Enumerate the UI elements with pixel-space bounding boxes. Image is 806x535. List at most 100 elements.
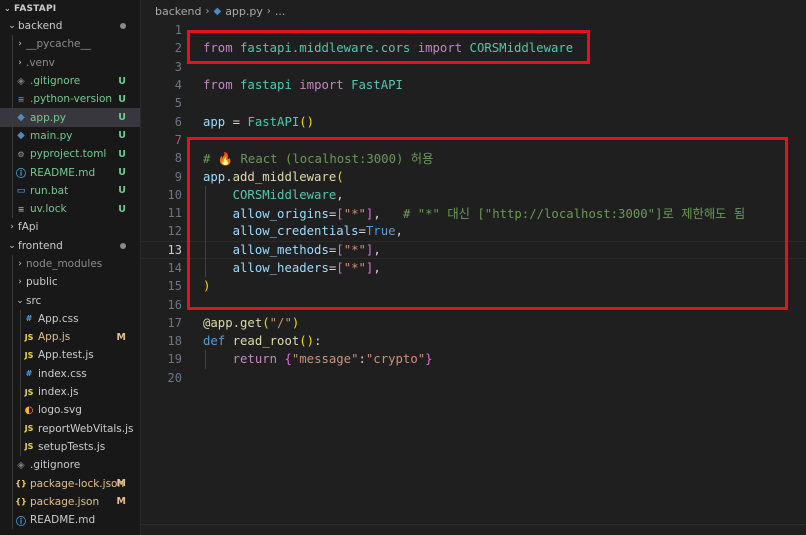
git-icon: ◈: [17, 75, 25, 87]
indent-guide: [12, 419, 13, 438]
python-icon: ◆: [17, 112, 25, 124]
indent-guide: [12, 291, 13, 310]
code-token: (): [299, 334, 315, 349]
code-token: (: [262, 315, 270, 330]
code-line[interactable]: 4 from fastapi import FastAPI: [141, 76, 806, 94]
chevron-down-icon: ⌄: [8, 240, 16, 251]
line-number: 17: [167, 315, 182, 330]
indent-guide: [20, 437, 21, 457]
tree-file[interactable]: # index.css: [0, 364, 140, 383]
code-line[interactable]: 9 app.add_middleware(: [141, 167, 806, 185]
code-token: ): [203, 279, 211, 294]
code-line[interactable]: 7: [141, 131, 806, 149]
code-line[interactable]: 1: [141, 21, 806, 39]
tree-item-label: index.css: [38, 367, 87, 380]
code-token: }: [425, 352, 433, 367]
code-text: CORSMiddleware,: [203, 188, 344, 202]
code-line[interactable]: 10 CORSMiddleware,: [141, 186, 806, 204]
code-token: True: [365, 224, 396, 239]
code-text: allow_headers=["*"],: [203, 261, 381, 275]
code-token: FastAPI: [247, 114, 300, 129]
code-line[interactable]: 3: [141, 58, 806, 76]
line-number: 14: [167, 261, 182, 275]
explorer-root-header[interactable]: ⌄ FASTAPI: [0, 0, 140, 17]
tree-file[interactable]: {} package-lock.json M: [0, 474, 140, 493]
code-line[interactable]: 2 from fastapi.middleware.cors import COR…: [141, 39, 806, 57]
code-token: fastapi.middleware.cors: [240, 41, 411, 56]
tree-file[interactable]: ≡ uv.lock U: [0, 199, 140, 219]
code-token: # "*" 대신 ["http://localhost:3000"]로 제한해도…: [402, 207, 746, 222]
indent-guide: [12, 492, 13, 512]
tree-folder[interactable]: › fApi: [0, 218, 140, 236]
tree-file[interactable]: ◐ logo.svg: [0, 401, 140, 420]
code-text: def read_root():: [203, 334, 321, 348]
tree-file[interactable]: ◆ main.py U: [0, 126, 140, 146]
code-line[interactable]: 6 app = FastAPI(): [141, 112, 806, 130]
tree-file[interactable]: JS index.js: [0, 382, 140, 402]
tree-folder[interactable]: › .venv: [0, 53, 140, 72]
breadcrumb-file[interactable]: app.py: [225, 5, 263, 18]
tree-file[interactable]: ◈ .gitignore U: [0, 71, 140, 91]
tree-file[interactable]: ◆ app.py U: [0, 108, 140, 127]
code-line[interactable]: 17 @app.get("/"): [141, 314, 806, 332]
code-line[interactable]: 13 allow_methods=["*"],: [141, 240, 806, 259]
line-number: 9: [174, 169, 182, 184]
tree-file[interactable]: ⚙ pyproject.toml U: [0, 145, 140, 164]
code-token: CORSMiddleware: [232, 187, 337, 202]
code-line[interactable]: 8 # 🔥 React (localhost:3000) 허용: [141, 149, 806, 167]
tree-file[interactable]: {} package.json M: [0, 492, 140, 512]
code-area[interactable]: 1 2 from fastapi.middleware.cors import CO…: [141, 21, 806, 387]
git-status-badge: U: [118, 185, 126, 197]
code-line[interactable]: 12 allow_credentials=True,: [141, 222, 806, 240]
code-line[interactable]: 5: [141, 94, 806, 112]
tree-folder[interactable]: › node_modules: [0, 254, 140, 274]
tree-file[interactable]: ≡ .python-version U: [0, 90, 140, 109]
line-number: 15: [167, 279, 182, 294]
code-line[interactable]: 15): [141, 277, 806, 295]
tree-item-label: .gitignore: [30, 459, 81, 472]
info-icon: ⓘ: [16, 516, 26, 528]
tree-file[interactable]: ⓘ README.md U: [0, 163, 140, 182]
line-number: 20: [167, 370, 182, 385]
git-status-badge: U: [118, 130, 126, 142]
code-token: "*": [343, 207, 366, 222]
code-token: ,: [373, 261, 381, 275]
code-token: from: [203, 41, 233, 56]
tree-file[interactable]: ⓘ README.md: [0, 511, 140, 530]
breadcrumb-more[interactable]: ...: [275, 5, 286, 18]
code-token: [: [336, 261, 344, 275]
tree-folder[interactable]: ⌄ frontend: [0, 237, 140, 255]
tree-file[interactable]: ◈ .gitignore: [0, 456, 140, 475]
tree-file[interactable]: ▭ run.bat U: [0, 181, 140, 200]
tree-file[interactable]: JS reportWebVitals.js: [0, 419, 140, 438]
code-token: "*": [343, 261, 366, 275]
code-line[interactable]: 20: [141, 369, 806, 387]
code-line[interactable]: 19 return {"message":"crypto"}: [141, 350, 806, 368]
code-line[interactable]: 11 allow_origins=["*"], # "*" 대신 ["http:…: [141, 204, 806, 222]
indent-guide: [20, 401, 21, 420]
indent-guide: [12, 328, 13, 347]
code-line[interactable]: 14 allow_headers=["*"],: [141, 259, 806, 277]
breadcrumb-folder[interactable]: backend: [155, 5, 201, 18]
tree-folder[interactable]: › __pycache__: [0, 35, 140, 54]
python-icon: ◆: [213, 5, 222, 17]
tree-file[interactable]: # App.css: [0, 309, 140, 329]
indent-guide: [12, 382, 13, 402]
js-icon: JS: [24, 442, 34, 452]
chevron-down-icon: ⌄: [4, 4, 11, 13]
code-line[interactable]: 18 def read_root():: [141, 332, 806, 350]
tree-folder[interactable]: ⌄ src: [0, 291, 140, 310]
code-token: allow_origins: [232, 207, 329, 222]
tree-file[interactable]: JS App.test.js: [0, 346, 140, 365]
tree-folder[interactable]: ⌄ backend: [0, 17, 140, 35]
breadcrumb: backend › ◆ app.py › ...: [141, 0, 806, 22]
indent-guide: [12, 401, 13, 420]
code-line[interactable]: 16: [141, 295, 806, 313]
tree-file[interactable]: JS App.js M: [0, 328, 140, 347]
tree-file[interactable]: JS setupTests.js: [0, 437, 140, 457]
tree-folder[interactable]: › public: [0, 273, 140, 292]
code-token: (: [336, 169, 344, 184]
